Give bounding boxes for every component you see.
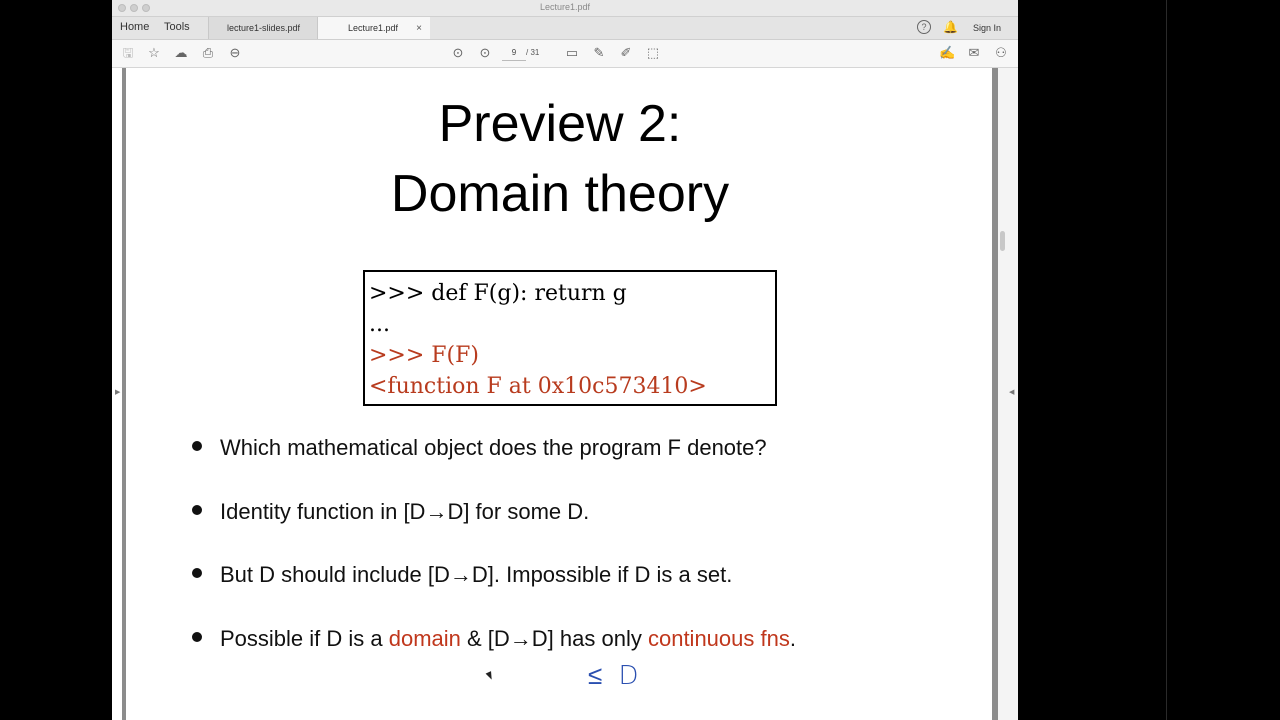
bullet-text: Identity function in [D→D] for some D. <box>220 499 590 524</box>
pdf-viewer-window: Lecture1.pdf Home Tools lecture1-slides.… <box>112 0 1018 720</box>
bullet-item: Identity function in [D→D] for some D. <box>192 499 589 525</box>
mail-icon[interactable]: ✉ <box>966 45 982 61</box>
upload-cloud-icon[interactable]: ☁ <box>173 45 189 61</box>
title-bar: Lecture1.pdf <box>112 0 1018 17</box>
bullet-text: Possible if D is a <box>220 626 389 651</box>
tab-lecture1[interactable]: Lecture1.pdf × <box>318 17 430 39</box>
highlight-continuous-fns: continuous fns <box>647 626 790 651</box>
code-line: >>> def F(g): return g <box>369 281 627 306</box>
page-number-input[interactable]: 9 <box>502 46 526 61</box>
mouse-cursor-icon <box>485 671 495 681</box>
sign-in-button[interactable]: Sign In <box>973 23 1001 33</box>
save-icon[interactable]: 🖫 <box>120 45 136 61</box>
bullet-text: . <box>789 626 796 651</box>
bullet-item: But D should include [D→D]. Impossible i… <box>192 562 732 588</box>
code-box: >>> def F(g): return g ... >>> F(F) <fun… <box>363 270 777 406</box>
bullet-item: Which mathematical object does the progr… <box>192 435 767 461</box>
stamp-icon[interactable]: ⬚ <box>645 45 661 61</box>
bullet-dot-icon <box>192 632 202 643</box>
pencil-icon[interactable]: ✎ <box>591 45 607 61</box>
tab-label: Lecture1.pdf <box>348 23 399 33</box>
zoom-out-icon[interactable]: ⊖ <box>227 45 243 61</box>
tools-tab[interactable]: Tools <box>164 21 190 33</box>
print-icon[interactable]: ⎙ <box>200 45 216 61</box>
tab-lecture1-slides[interactable]: lecture1-slides.pdf <box>208 17 318 39</box>
vertical-scrollbar[interactable] <box>998 68 1018 720</box>
page-left-edge <box>122 68 126 720</box>
scrollbar-thumb[interactable] <box>1000 231 1005 251</box>
bullet-item: Possible if D is a domain & [D→D] has on… <box>192 626 796 652</box>
bullet-dot-icon <box>192 441 202 452</box>
toolbar: 🖫 ☆ ☁ ⎙ ⊖ ⊙ ⊙ 9 / 31 ▭ ✎ ✐ ⬚ ✍ ✉ ⚇ <box>112 40 1018 68</box>
comment-icon[interactable]: ▭ <box>564 45 580 61</box>
screen-divider <box>1166 0 1167 720</box>
right-panel-arrow-icon[interactable]: ◀ <box>1009 388 1014 396</box>
slide-title-line2: Domain theory <box>390 165 730 223</box>
bullet-text: & [D→D] has only <box>460 626 648 651</box>
star-icon[interactable]: ☆ <box>146 45 162 61</box>
slide-title-line1: Preview 2: <box>438 95 682 153</box>
page-total: / 31 <box>526 48 540 57</box>
previous-page-icon[interactable]: ⊙ <box>450 45 466 61</box>
home-tab[interactable]: Home <box>120 21 149 33</box>
next-page-icon[interactable]: ⊙ <box>477 45 493 61</box>
highlight-icon[interactable]: ✐ <box>618 45 634 61</box>
bullet-text: Which mathematical object does the progr… <box>220 435 767 460</box>
document-area[interactable]: ▶ ◀ Preview 2: Domain theory >>> def F(g… <box>112 68 1018 720</box>
code-line: <function F at 0x10c573410> <box>369 374 707 399</box>
bullet-dot-icon <box>192 505 202 516</box>
tab-bar: Home Tools lecture1-slides.pdf Lecture1.… <box>112 17 1018 40</box>
bell-icon[interactable]: 🔔 <box>943 20 958 34</box>
sign-icon[interactable]: ✍ <box>939 45 955 61</box>
tab-label: lecture1-slides.pdf <box>227 23 301 33</box>
add-user-icon[interactable]: ⚇ <box>993 45 1009 61</box>
handwritten-annotation: ≤ D <box>588 661 643 691</box>
close-tab-icon[interactable]: × <box>416 17 422 40</box>
bullet-text: But D should include [D→D]. Impossible i… <box>220 562 733 587</box>
help-icon[interactable]: ? <box>917 20 931 34</box>
code-line: ... <box>369 312 390 337</box>
code-line: >>> F(F) <box>369 343 479 368</box>
left-panel-arrow-icon[interactable]: ▶ <box>115 388 120 396</box>
bullet-dot-icon <box>192 568 202 579</box>
highlight-domain: domain <box>388 626 461 651</box>
window-title: Lecture1.pdf <box>539 2 591 12</box>
